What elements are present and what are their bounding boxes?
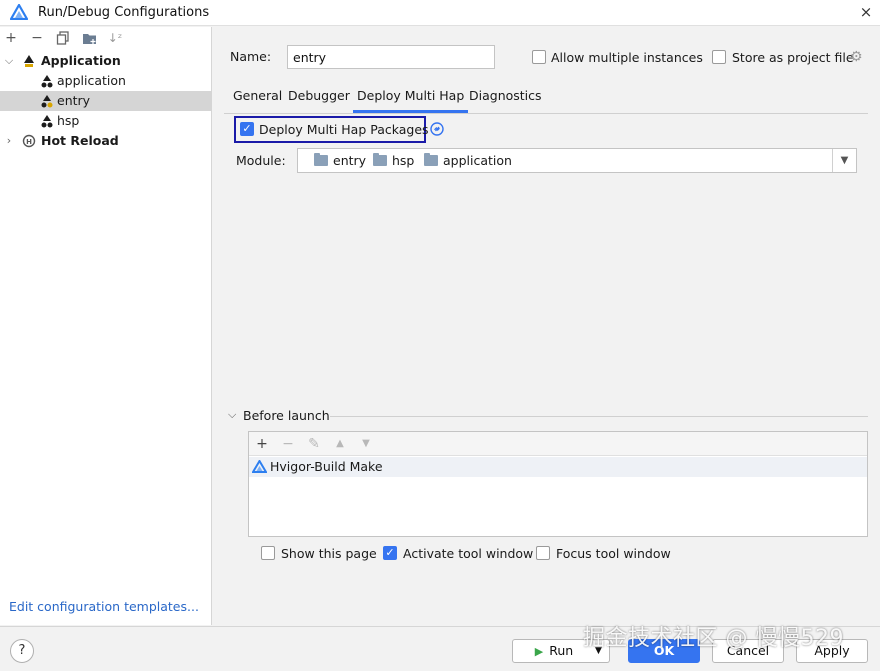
module-chip-entry: entry	[314, 153, 366, 168]
tree-item-label: Hot Reload	[41, 133, 119, 148]
store-as-file-checkbox[interactable]	[712, 50, 726, 64]
module-chip-label: hsp	[392, 153, 415, 168]
before-launch-title: Before launch	[243, 408, 330, 423]
module-run-icon	[41, 115, 53, 128]
module-chip-hsp: hsp	[373, 153, 414, 168]
folder-icon[interactable]	[80, 29, 98, 47]
help-button[interactable]: ?	[10, 639, 34, 663]
allow-multiple-checkbox[interactable]	[532, 50, 546, 64]
module-chip-label: entry	[333, 153, 367, 168]
chevron-down-icon[interactable]: ⌵	[228, 408, 236, 422]
deploy-multi-hap-label: Deploy Multi Hap Packages	[259, 122, 429, 137]
play-icon: ▶	[534, 645, 544, 658]
show-page-label: Show this page	[281, 546, 377, 561]
list-item-label: Hvigor-Build Make	[270, 459, 383, 474]
activate-tool-label: Activate tool window	[403, 546, 534, 561]
app-logo-icon	[10, 4, 28, 20]
minus-icon[interactable]: −	[279, 435, 297, 453]
watermark: 掘金技术社区 @ 慢慢529	[583, 626, 844, 651]
config-tree-panel: + − ↓ᶻ ⌵ Application application entry h…	[0, 27, 212, 625]
hvigor-icon	[252, 460, 267, 473]
tree-item-hot-reload[interactable]: › H Hot Reload	[0, 131, 212, 151]
tab-debugger[interactable]: Debugger	[284, 84, 354, 113]
module-folder-icon	[424, 153, 438, 166]
store-as-file-label: Store as project file	[732, 50, 854, 65]
name-label: Name:	[230, 49, 272, 64]
title-bar: Run/Debug Configurations ×	[0, 0, 880, 26]
tree-item-entry[interactable]: entry	[0, 91, 212, 111]
module-label: Module:	[236, 153, 286, 168]
deploy-multi-hap-option[interactable]: ✓ Deploy Multi Hap Packages	[234, 116, 429, 143]
module-chip-label: application	[443, 153, 512, 168]
tree-item-label: Application	[41, 53, 121, 68]
deploy-multi-hap-checkbox[interactable]: ✓	[240, 122, 254, 136]
chevron-down-icon[interactable]: ▼	[832, 149, 856, 172]
chevron-down-icon[interactable]: ⌵	[3, 51, 15, 71]
move-down-icon[interactable]: ▼	[357, 435, 375, 453]
help-link-icon[interactable]	[430, 122, 444, 136]
plus-icon[interactable]: +	[2, 29, 20, 47]
tab-general[interactable]: General	[229, 84, 286, 113]
focus-tool-label: Focus tool window	[556, 546, 671, 561]
close-icon[interactable]: ×	[856, 2, 876, 22]
show-page-checkbox[interactable]	[261, 546, 275, 560]
tree-item-hsp[interactable]: hsp	[0, 111, 212, 131]
run-label: Run	[549, 643, 574, 658]
tab-bar: General Debugger Deploy Multi Hap Diagno…	[224, 84, 868, 114]
module-run-icon	[41, 75, 53, 88]
plus-icon[interactable]: +	[253, 435, 271, 453]
edit-icon[interactable]: ✎	[305, 435, 323, 453]
before-launch-toolbar: + − ✎ ▲ ▼	[249, 432, 867, 456]
module-run-icon	[41, 95, 53, 108]
list-item[interactable]: Hvigor-Build Make	[249, 457, 867, 477]
tree-item-application[interactable]: application	[0, 71, 212, 91]
tree-item-label: application	[57, 73, 126, 88]
chevron-right-icon[interactable]: ›	[3, 131, 15, 151]
module-chip-application: application	[424, 153, 512, 168]
activate-tool-checkbox[interactable]: ✓	[383, 546, 397, 560]
tab-diagnostics[interactable]: Diagnostics	[465, 84, 546, 113]
module-folder-icon	[373, 153, 387, 166]
minus-icon[interactable]: −	[28, 29, 46, 47]
window-title: Run/Debug Configurations	[38, 5, 210, 20]
tree-item-label: hsp	[57, 113, 80, 128]
module-select[interactable]: entry hsp application ▼	[297, 148, 857, 173]
focus-tool-checkbox[interactable]	[536, 546, 550, 560]
tab-deploy-multi-hap[interactable]: Deploy Multi Hap	[353, 84, 469, 113]
hot-reload-icon: H	[22, 134, 36, 148]
allow-multiple-label: Allow multiple instances	[551, 50, 703, 65]
before-launch-list: + − ✎ ▲ ▼ Hvigor-Build Make	[248, 431, 868, 537]
tree-item-label: entry	[57, 93, 91, 108]
module-folder-icon	[314, 153, 328, 166]
svg-text:H: H	[26, 138, 32, 146]
gear-icon[interactable]: ⚙	[850, 50, 864, 64]
application-group-icon	[24, 55, 34, 67]
sort-icon[interactable]: ↓ᶻ	[106, 29, 124, 47]
edit-templates-link[interactable]: Edit configuration templates...	[9, 599, 199, 614]
tree-item-application-group[interactable]: ⌵ Application	[0, 51, 212, 71]
name-input[interactable]	[287, 45, 495, 69]
move-up-icon[interactable]: ▲	[331, 435, 349, 453]
copy-icon[interactable]	[54, 29, 72, 47]
divider	[330, 416, 868, 417]
tree-toolbar: + − ↓ᶻ	[0, 27, 212, 49]
